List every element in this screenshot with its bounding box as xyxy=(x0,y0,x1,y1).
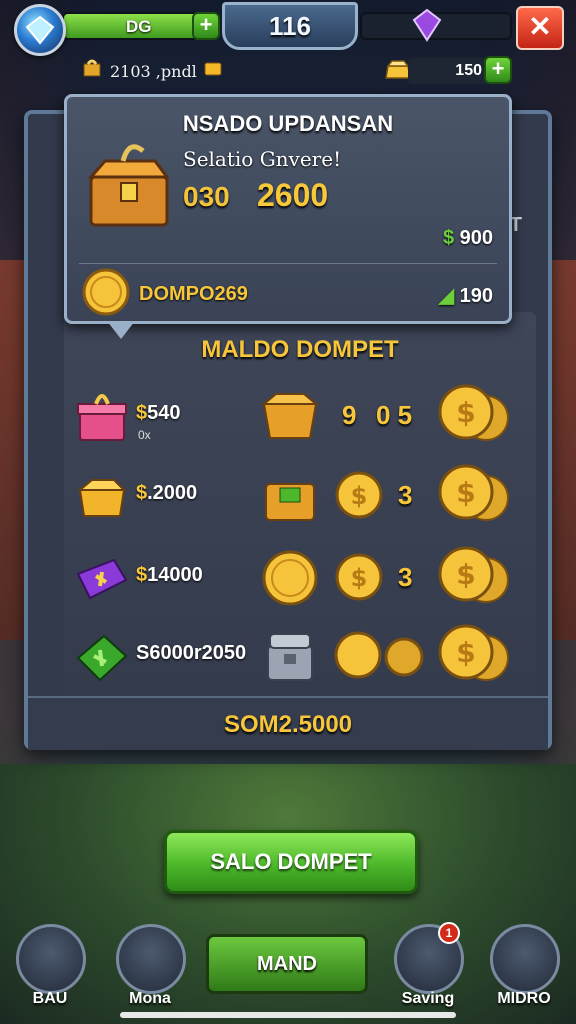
gold-coin-stack-icon: $ xyxy=(436,462,512,528)
gold-coin-icon xyxy=(81,267,131,322)
nav-label: BAU xyxy=(32,990,68,1007)
nav-label: MIDRO xyxy=(497,990,551,1007)
tooltip-price: $ 900 xyxy=(443,227,493,250)
tooltip-count: ◢ 190 xyxy=(439,283,493,308)
flag-nav-icon xyxy=(490,924,560,994)
item-tooltip-card: NSADO UPDANSAN Selatio Gnvere! 030 2600 … xyxy=(64,94,512,339)
gold-coin-stack-icon: $ xyxy=(436,544,512,610)
price-value: .2000 xyxy=(147,482,198,504)
tooltip-title: NSADO UPDANSAN xyxy=(182,111,394,136)
tooltip-value-big: 2600 xyxy=(257,177,329,213)
tooltip-divider xyxy=(79,263,497,264)
tooltip-subtitle: Selatio Gnvere! xyxy=(183,147,342,171)
nav-item-saving[interactable]: 1 Saving xyxy=(388,920,468,1020)
shop-row-num-b: 3 xyxy=(398,480,413,510)
price-symbol: $ xyxy=(136,402,148,424)
shop-row-num-a: 9 xyxy=(342,400,357,430)
notification-badge: 1 xyxy=(438,922,460,944)
green-gem-chest-icon xyxy=(260,466,320,526)
shop-header: MALDO DOMPET xyxy=(201,336,399,363)
treasure-chest-icon xyxy=(85,137,173,238)
gold-coin-pair-icon xyxy=(334,630,424,680)
salo-dompet-button[interactable]: SALO DOMPET xyxy=(164,830,418,894)
tooltip-price-value: 900 xyxy=(459,227,493,249)
price-value: 14000 xyxy=(147,564,203,586)
shop-row[interactable]: $540 0x 9 0 5 $ xyxy=(64,372,536,456)
nav-item-bau[interactable]: BAU xyxy=(10,920,90,1020)
purple-gem-icon xyxy=(74,550,130,606)
gold-coin-large-icon xyxy=(260,548,320,608)
level-value: 116 xyxy=(269,10,311,41)
xp-plus-button[interactable]: + xyxy=(192,12,220,40)
svg-text:$: $ xyxy=(456,558,475,591)
resource-value: 150 xyxy=(408,58,488,84)
purple-gem-icon xyxy=(412,8,442,42)
resource-label: 2103 ,pndl xyxy=(110,61,197,81)
shop-total: SOM2.5000 xyxy=(28,696,548,750)
shop-row[interactable]: S6000r2050 $ xyxy=(64,612,536,696)
pink-gift-box-icon xyxy=(74,388,130,444)
tooltip-pointer xyxy=(107,321,135,339)
shop-row-price: $540 xyxy=(136,402,181,425)
price-value: S6000r2050 xyxy=(136,642,247,664)
close-button[interactable]: ✕ xyxy=(516,6,564,50)
svg-text:$: $ xyxy=(351,564,368,592)
green-gem-icon xyxy=(74,628,130,684)
nav-item-mona[interactable]: Mona xyxy=(110,920,190,1020)
nav-label: Mona xyxy=(129,990,171,1007)
gold-coin-stack-icon: $ xyxy=(436,382,512,448)
gold-coin-icon: $ xyxy=(334,552,384,602)
svg-text:$: $ xyxy=(351,482,368,510)
price-symbol: $ xyxy=(136,564,148,586)
tooltip-value-small: 030 xyxy=(183,181,230,212)
svg-text:$: $ xyxy=(456,476,475,509)
home-indicator xyxy=(120,1012,456,1018)
nav-item-midro[interactable]: MIDRO xyxy=(484,920,564,1020)
shop-row-num-b: 0 5 xyxy=(376,400,413,430)
gold-bar-small-icon xyxy=(203,59,223,84)
shop-row-price: S6000r2050 xyxy=(136,642,246,665)
shop-row[interactable]: $.2000 $ 3 $ xyxy=(64,452,536,536)
xp-value: DG xyxy=(126,17,152,36)
price-symbol: $ xyxy=(136,482,148,504)
price-value: 540 xyxy=(147,402,181,424)
shop-row-sub: 0x xyxy=(138,428,151,442)
shop-row[interactable]: $14000 $ 3 $ xyxy=(64,534,536,618)
shop-row-num-b: 3 xyxy=(398,562,413,592)
resource-plus-button[interactable]: + xyxy=(484,56,512,84)
svg-text:$: $ xyxy=(456,396,475,429)
shop-row-price: $.2000 xyxy=(136,482,197,505)
player-gem-icon[interactable] xyxy=(14,4,66,56)
silver-chest-icon xyxy=(260,626,320,686)
nav-label: Saving xyxy=(401,990,455,1007)
shop-row-price: $14000 xyxy=(136,564,203,587)
resource-left: 2103 ,pndl xyxy=(82,56,223,86)
shop-panel: MALDO DOMPET $540 0x 9 0 5 $ $.2000 $ 3 … xyxy=(64,312,536,696)
level-plate: 116 xyxy=(222,2,358,50)
key-icon xyxy=(82,58,104,85)
tooltip-count-value: 190 xyxy=(459,285,493,307)
svg-text:$: $ xyxy=(456,636,475,669)
top-bar: DG + 116 ✕ xyxy=(0,0,576,56)
tooltip-price-symbol: $ xyxy=(442,227,455,249)
crate-nav-icon xyxy=(16,924,86,994)
mand-button[interactable]: MAND xyxy=(206,934,368,994)
gold-coin-icon: $ xyxy=(334,470,384,520)
leaf-icon: ◢ xyxy=(438,285,455,307)
open-crate-icon xyxy=(260,386,320,446)
resource-right: 150 + xyxy=(384,56,514,86)
tooltip-coin-label: DOMPO269 xyxy=(139,283,248,305)
gold-coin-stack-icon: $ xyxy=(436,622,512,688)
coin-nav-icon xyxy=(116,924,186,994)
gold-box-icon xyxy=(74,468,130,524)
